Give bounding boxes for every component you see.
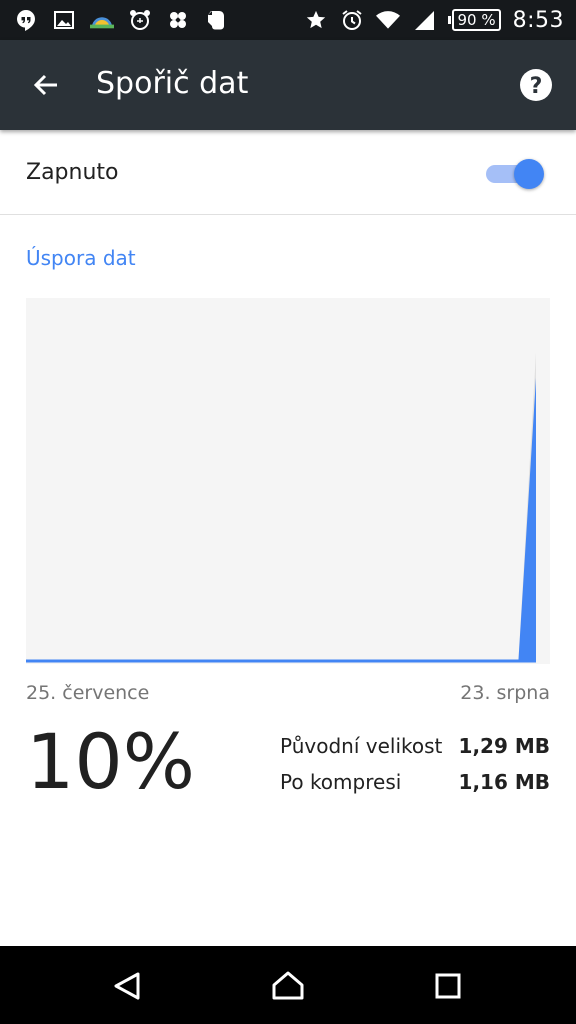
x-label-start: 25. července [26,682,150,704]
weather-icon [90,8,114,32]
x-label-end: 23. srpna [460,682,550,704]
arrow-left-icon [33,74,57,96]
evernote-icon [204,8,228,32]
hangouts-icon [14,8,38,32]
nav-recent-apps-button[interactable] [428,966,468,1006]
savings-percent: 10% [26,717,195,806]
compressed-size-label: Po kompresi [280,770,402,794]
help-icon: ? [520,69,552,101]
help-button[interactable]: ? [516,65,556,105]
wifi-icon [376,8,401,32]
data-saver-switch[interactable] [484,158,546,189]
triangle-back-icon [114,972,140,1000]
nav-home-button[interactable] [268,966,308,1006]
original-size-value: 1,29 MB [458,734,550,758]
data-savings-chart [26,298,550,664]
toggle-label: Zapnuto [26,160,119,185]
app-toolbar: Spořič dat ? [0,40,576,130]
gallery-icon [52,8,76,32]
alarm-app-icon [128,8,152,32]
section-header: Úspora dat [26,246,136,270]
chart-background [26,298,550,664]
star-icon [304,8,328,32]
back-button[interactable] [26,65,66,105]
original-size-label: Původní velikost [280,734,443,758]
navigation-bar [0,946,576,1024]
alarm-icon [340,8,364,32]
battery-level: 90 % [452,9,501,31]
data-saver-toggle-row[interactable]: Zapnuto [0,130,576,215]
clover-icon [166,8,190,32]
switch-thumb[interactable] [514,159,544,189]
status-bar: 90 % 8:53 [0,0,576,40]
battery-icon: 90 % [448,9,501,31]
page-title: Spořič dat [96,66,249,101]
square-recents-icon [435,973,461,999]
system-icons: 90 % 8:53 [304,6,564,34]
clock: 8:53 [512,7,564,33]
home-icon [272,971,304,1000]
signal-icon [412,8,436,32]
nav-back-button[interactable] [108,966,148,1006]
notification-icons [14,6,228,34]
svg-text:?: ? [530,74,543,99]
compressed-size-value: 1,16 MB [458,770,550,794]
